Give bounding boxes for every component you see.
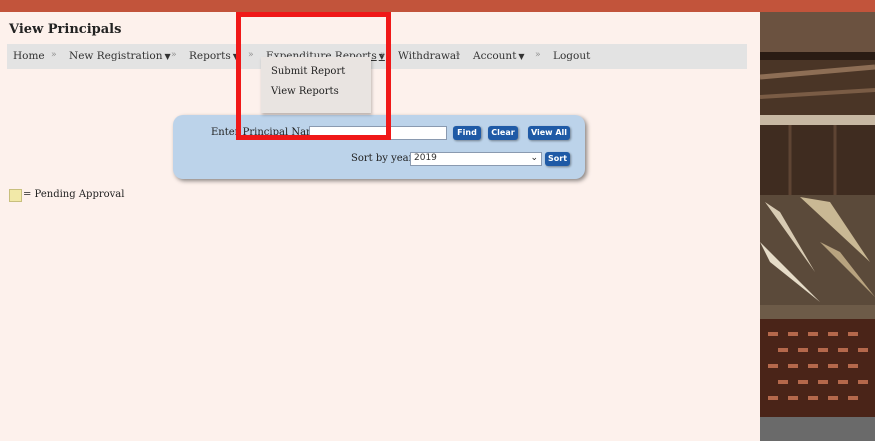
pending-color-swatch bbox=[9, 189, 22, 202]
nav-logout[interactable]: Logout bbox=[553, 50, 590, 62]
nav-account-label: Account bbox=[473, 50, 517, 62]
caret-down-icon: ▼ bbox=[518, 52, 525, 61]
nav-separator: » bbox=[171, 50, 177, 60]
clear-button[interactable]: Clear bbox=[488, 126, 518, 140]
nav-new-registration-label: New Registration bbox=[69, 50, 163, 62]
decorative-photo bbox=[760, 12, 875, 441]
nav-home[interactable]: Home bbox=[13, 50, 45, 62]
sort-button[interactable]: Sort bbox=[545, 152, 570, 166]
sort-year-label: Sort by year: bbox=[351, 153, 417, 164]
view-all-button[interactable]: View All bbox=[528, 126, 570, 140]
find-button[interactable]: Find bbox=[453, 126, 481, 140]
nav-separator: » bbox=[380, 50, 386, 60]
nav-home-label: Home bbox=[13, 50, 45, 62]
nav-withdrawal[interactable]: Withdrawal bbox=[398, 50, 460, 62]
chevron-down-icon: ⌄ bbox=[530, 153, 538, 163]
caret-down-icon: ▼ bbox=[232, 52, 239, 61]
nav-reports-label: Reports bbox=[189, 50, 231, 62]
search-panel: Enter Principal Name: Find Clear View Al… bbox=[173, 115, 585, 179]
nav-withdrawal-label: Withdrawal bbox=[398, 50, 460, 62]
dropdown-submit-report[interactable]: Submit Report bbox=[271, 66, 345, 77]
nav-menu: Home » New Registration ▼ » Reports ▼ » Ex… bbox=[7, 44, 747, 69]
page-title: View Principals bbox=[9, 22, 122, 37]
nav-new-registration[interactable]: New Registration ▼ bbox=[69, 50, 171, 62]
nav-separator: » bbox=[248, 50, 254, 60]
nav-logout-label: Logout bbox=[553, 50, 591, 62]
nav-reports[interactable]: Reports ▼ bbox=[189, 50, 239, 62]
dropdown-view-reports[interactable]: View Reports bbox=[271, 86, 339, 97]
nav-separator: » bbox=[51, 50, 57, 60]
year-select[interactable]: 2019 ⌄ bbox=[410, 152, 542, 166]
nav-separator: » bbox=[455, 50, 461, 60]
year-select-value: 2019 bbox=[414, 153, 437, 163]
expenditure-reports-dropdown: Submit Report View Reports bbox=[261, 57, 371, 113]
nav-separator: » bbox=[535, 50, 541, 60]
nav-account[interactable]: Account ▼ bbox=[473, 50, 525, 62]
caret-down-icon: ▼ bbox=[164, 52, 171, 61]
principal-name-label: Enter Principal Name: bbox=[211, 127, 325, 138]
principal-name-input[interactable] bbox=[309, 126, 447, 140]
main-content: View Principals Home » New Registration ▼… bbox=[0, 12, 760, 441]
pending-legend-text: = Pending Approval bbox=[23, 189, 125, 200]
